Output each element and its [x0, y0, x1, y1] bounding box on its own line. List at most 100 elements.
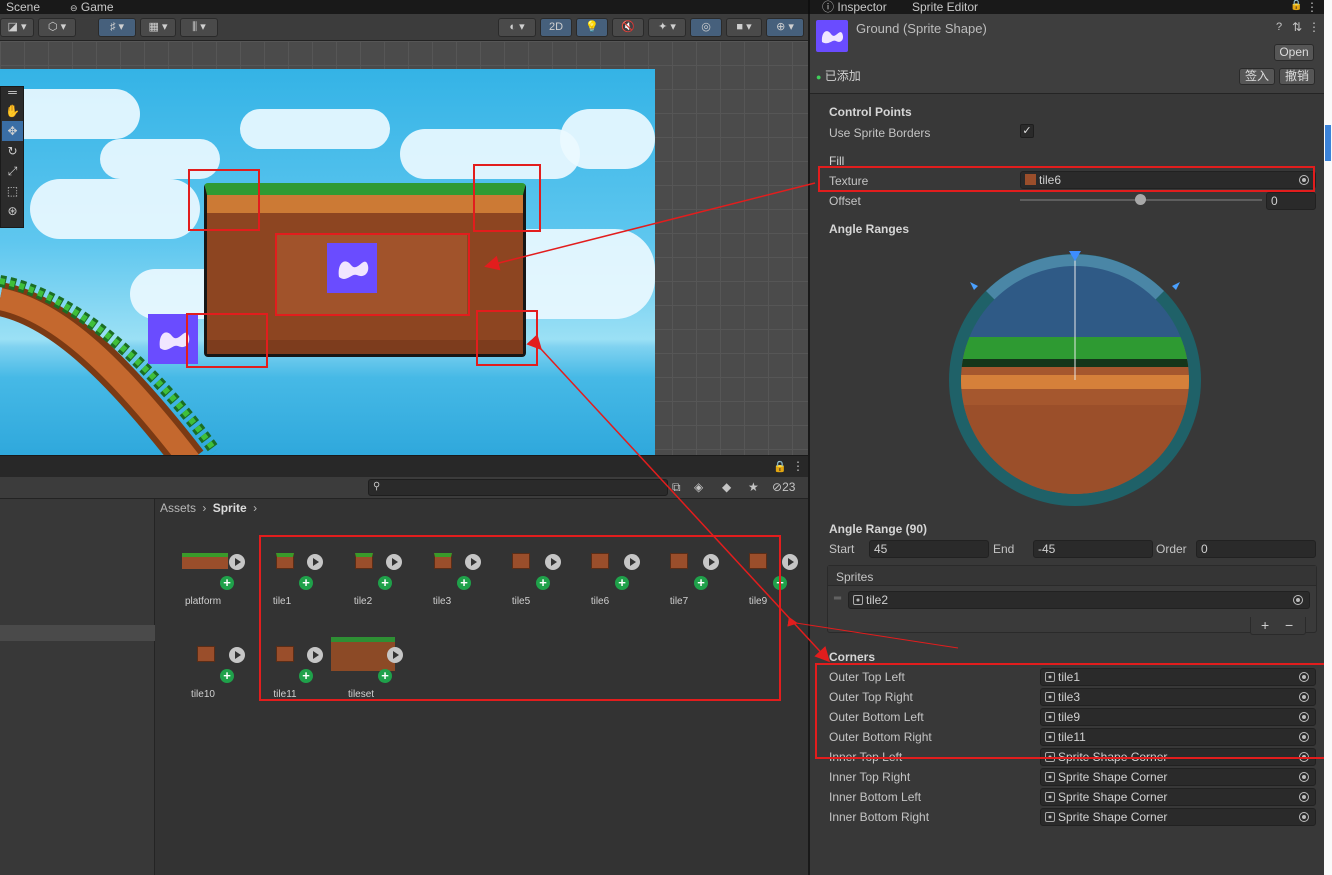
- remove-item-icon[interactable]: −: [1285, 617, 1293, 633]
- sprite-element-value: tile2: [866, 593, 889, 607]
- lock-icon[interactable]: 🔒: [773, 460, 787, 473]
- sprites-list: Sprites ═ tile2: [827, 565, 1317, 633]
- sprite-icon: [1045, 812, 1055, 822]
- corner-field[interactable]: Sprite Shape Corner: [1040, 788, 1316, 806]
- camera-dropdown[interactable]: ■ ▾: [726, 18, 762, 37]
- highlight-outer-bottom-right: [476, 310, 538, 366]
- highlight-tile-assets: [259, 535, 781, 701]
- more-menu-icon[interactable]: ⋮: [792, 459, 804, 473]
- checkin-button[interactable]: 签入: [1239, 68, 1275, 85]
- selected-folder-row[interactable]: [0, 625, 155, 641]
- move-tool-icon[interactable]: ✥: [2, 121, 23, 141]
- project-tab-bar: 🔒 ⋮: [0, 455, 808, 477]
- offset-input[interactable]: 0: [1266, 192, 1316, 210]
- scene-view[interactable]: ═ ✋ ✥ ↻ ⤢ ⬚ ⊛: [0, 41, 808, 455]
- open-button[interactable]: Open: [1274, 44, 1314, 61]
- shading-dropdown[interactable]: ◐ ▾: [498, 18, 536, 37]
- lock-icon[interactable]: 🔒: [1290, 0, 1302, 11]
- expand-icon[interactable]: [782, 554, 798, 570]
- tool-palette: ═ ✋ ✥ ↻ ⤢ ⬚ ⊛: [0, 86, 24, 228]
- hidden-packages-toggle[interactable]: ⊘23: [772, 480, 795, 494]
- highlight-texture: [818, 166, 1315, 192]
- inspector-tab-strip: ⓘ Inspector Sprite Editor 🔒 ⋮: [808, 0, 1324, 14]
- sprite-shape-icon: [816, 20, 848, 52]
- increment-snap-dropdown[interactable]: ⫼ ▾: [180, 18, 218, 37]
- add-icon[interactable]: +: [220, 576, 234, 590]
- tab-game[interactable]: ⊖ Game: [66, 0, 118, 14]
- angle-range-dial[interactable]: [940, 245, 1210, 515]
- revert-button[interactable]: 撤销: [1279, 68, 1315, 85]
- lighting-toggle-icon[interactable]: 💡: [576, 18, 608, 37]
- tab-inspector[interactable]: ⓘ Inspector: [818, 0, 891, 14]
- toggle-2d-button[interactable]: 2D: [540, 18, 572, 37]
- highlight-outer-top-right: [473, 164, 541, 232]
- platform-thumbnail: [182, 553, 228, 569]
- corner-field[interactable]: Sprite Shape Corner: [1040, 808, 1316, 826]
- hand-tool-icon[interactable]: ✋: [2, 101, 23, 121]
- draw-mode-dropdown[interactable]: ◪ ▾: [0, 18, 34, 37]
- rect-tool-icon[interactable]: ⬚: [2, 181, 23, 201]
- more-menu-icon[interactable]: ⋮: [1306, 0, 1318, 14]
- tab-scene[interactable]: Scene: [2, 0, 44, 14]
- grid-snap-dropdown[interactable]: ♯ ▾: [98, 18, 136, 37]
- filter-type-icon[interactable]: ◈: [694, 480, 703, 494]
- expand-icon[interactable]: [229, 554, 245, 570]
- object-picker-icon[interactable]: [1299, 772, 1309, 782]
- object-picker-icon[interactable]: [1293, 595, 1303, 605]
- filter-label-icon[interactable]: ◆: [722, 480, 731, 494]
- cube-dropdown[interactable]: ⬡ ▾: [38, 18, 76, 37]
- effects-dropdown[interactable]: ✦ ▾: [648, 18, 686, 37]
- corner-field[interactable]: Sprite Shape Corner: [1040, 768, 1316, 786]
- angle-range-header: Angle Range (90): [829, 522, 928, 536]
- favorite-icon[interactable]: ★: [748, 480, 759, 494]
- scene-visibility-icon[interactable]: ◎: [690, 18, 722, 37]
- scene-toolbar: ◪ ▾ ⬡ ▾ ♯ ▾ ▦ ▾ ⫼ ▾ ◐ ▾ 2D 💡 🔇 ✦ ▾ ◎ ■ ▾…: [0, 14, 808, 41]
- end-input[interactable]: -45: [1033, 540, 1153, 558]
- add-icon[interactable]: +: [220, 669, 234, 683]
- edge-accent: [1325, 125, 1331, 161]
- highlight-outer-top-left: [188, 169, 260, 231]
- sprite-element-field[interactable]: tile2: [848, 591, 1310, 609]
- sprite-icon: [1045, 772, 1055, 782]
- hidden-count: 23: [782, 480, 796, 494]
- highlight-outer-bottom-left: [186, 313, 268, 368]
- object-name: Ground (Sprite Shape): [856, 21, 987, 36]
- tile10-thumbnail: [197, 646, 215, 662]
- tab-inspector-label: Inspector: [837, 0, 887, 14]
- preset-icon[interactable]: ⇅: [1292, 20, 1302, 34]
- project-folder-tree[interactable]: [0, 499, 155, 875]
- breadcrumb-sprite[interactable]: Sprite: [213, 501, 247, 515]
- window-edge: [1324, 0, 1332, 875]
- create-icon[interactable]: ⧉: [672, 480, 681, 495]
- use-sprite-borders-label: Use Sprite Borders: [829, 126, 931, 140]
- list-footer: + −: [1250, 617, 1306, 635]
- search-icon: ⚲: [373, 481, 381, 492]
- order-input[interactable]: 0: [1196, 540, 1316, 558]
- scale-tool-icon[interactable]: ⤢: [2, 161, 23, 181]
- sprite-icon: [853, 595, 863, 605]
- object-picker-icon[interactable]: [1299, 812, 1309, 822]
- breadcrumb-assets[interactable]: Assets: [160, 501, 196, 515]
- order-label: Order: [1156, 542, 1187, 556]
- component-menu-icon[interactable]: ⋮: [1308, 20, 1320, 34]
- use-sprite-borders-checkbox[interactable]: ✓: [1020, 124, 1034, 138]
- tab-sprite-editor[interactable]: Sprite Editor: [908, 0, 982, 14]
- corner-label: Inner Bottom Right: [829, 810, 930, 824]
- start-input[interactable]: 45: [869, 540, 989, 558]
- audio-toggle-icon[interactable]: 🔇: [612, 18, 644, 37]
- grid-dropdown[interactable]: ▦ ▾: [140, 18, 176, 37]
- add-item-icon[interactable]: +: [1261, 617, 1269, 633]
- asset-label: tile10: [191, 689, 215, 700]
- palette-grip-icon[interactable]: ═: [2, 86, 23, 101]
- transform-tool-icon[interactable]: ⊛: [2, 201, 23, 221]
- tab-game-label: Game: [80, 0, 114, 14]
- object-picker-icon[interactable]: [1299, 792, 1309, 802]
- end-label: End: [993, 542, 1015, 556]
- gizmos-dropdown[interactable]: ⊕ ▾: [766, 18, 804, 37]
- help-icon[interactable]: ?: [1276, 21, 1282, 33]
- rotate-tool-icon[interactable]: ↻: [2, 141, 23, 161]
- drag-handle-icon[interactable]: ═: [834, 593, 841, 604]
- offset-slider-handle[interactable]: [1135, 194, 1146, 205]
- expand-icon[interactable]: [229, 647, 245, 663]
- search-input[interactable]: ⚲: [368, 479, 668, 496]
